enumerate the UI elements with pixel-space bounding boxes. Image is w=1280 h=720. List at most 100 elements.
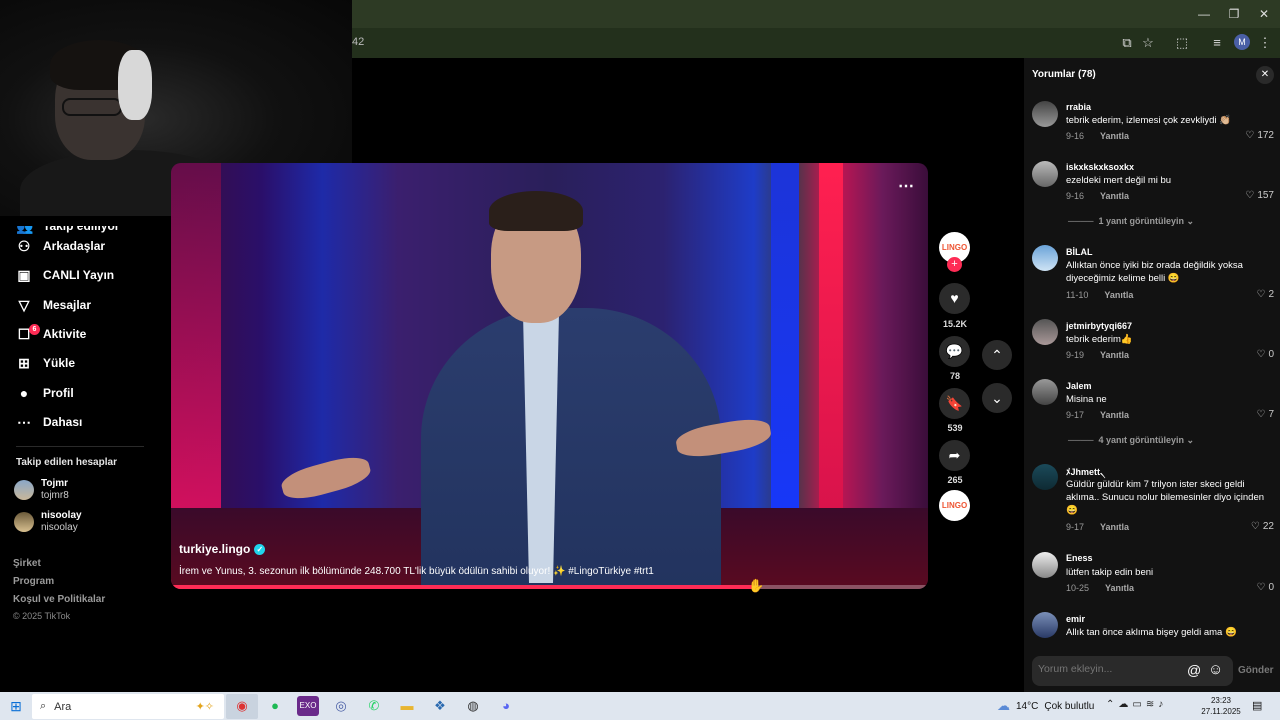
windows-start-icon[interactable]: ⊞ bbox=[6, 696, 26, 716]
chrome-icon[interactable]: ◉ bbox=[231, 696, 253, 716]
media-icon[interactable]: ≡ bbox=[1208, 34, 1226, 52]
comment-date: 10-25 bbox=[1066, 583, 1090, 593]
share-button[interactable]: ➦ bbox=[939, 440, 970, 471]
menu-icon[interactable]: ⋮ bbox=[1256, 34, 1274, 52]
cloud-icon: ☁ bbox=[1118, 699, 1133, 710]
star-icon[interactable]: ☆ bbox=[1139, 34, 1157, 52]
sidebar-item-upload[interactable]: ⊞ Yükle bbox=[16, 351, 75, 375]
footer-link-program[interactable]: Program bbox=[13, 576, 54, 587]
spotify-icon[interactable]: ● bbox=[264, 696, 286, 716]
follow-plus-icon[interactable]: + bbox=[947, 257, 962, 272]
chevron-down-icon: ⌄ bbox=[1186, 216, 1195, 226]
video-progress-bar[interactable] bbox=[171, 585, 928, 589]
avatar[interactable] bbox=[1032, 612, 1058, 638]
app-icon[interactable]: ◍ bbox=[462, 696, 484, 716]
system-tray[interactable]: ⌃☁▭≋♪ bbox=[1106, 699, 1167, 710]
extensions-icon[interactable]: ⬚ bbox=[1173, 34, 1191, 52]
comment-meta: 9-17 Yanıtla bbox=[1066, 410, 1129, 420]
taskbar-search[interactable]: ⌕ Ara ✦✧ bbox=[32, 694, 224, 719]
restore-icon[interactable]: ❐ bbox=[1226, 6, 1242, 22]
comment-like[interactable]: ♡ 22 bbox=[1234, 521, 1274, 532]
avatar[interactable] bbox=[1032, 552, 1058, 578]
footer-link-terms[interactable]: Koşul ve Politikalar bbox=[13, 594, 105, 605]
discord-icon[interactable]: ◕ bbox=[495, 696, 517, 716]
comment-button[interactable]: 💬 bbox=[939, 336, 970, 367]
comment-like[interactable]: ♡ 2 bbox=[1234, 289, 1274, 300]
comment-user[interactable]: rrabia bbox=[1066, 102, 1091, 112]
whatsapp-icon[interactable]: ✆ bbox=[363, 696, 385, 716]
reply-button[interactable]: Yanıtla bbox=[1105, 583, 1134, 593]
sidebar-item-label: Takip ediliyor bbox=[43, 219, 120, 233]
more-options-icon[interactable]: ⋯ bbox=[898, 176, 915, 196]
followed-account[interactable]: Tojmr tojmr8 bbox=[14, 478, 69, 502]
live-icon: ▣ bbox=[17, 266, 31, 283]
comment-like[interactable]: ♡ 157 bbox=[1234, 190, 1274, 201]
reply-button[interactable]: Yanıtla bbox=[1100, 522, 1129, 532]
reply-button[interactable]: Yanıtla bbox=[1100, 131, 1129, 141]
taskbar-clock[interactable]: 23:23 27.11.2025 bbox=[1200, 695, 1242, 717]
folder-icon[interactable]: ▬ bbox=[396, 696, 418, 716]
view-replies-link[interactable]: ──── 1 yanıt görüntüleyin ⌄ bbox=[1068, 216, 1194, 227]
emoji-icon[interactable]: ☺ bbox=[1208, 661, 1223, 678]
sound-avatar[interactable]: LINGO bbox=[939, 490, 970, 521]
sidebar-item-more[interactable]: ⋯ Dahası bbox=[16, 410, 82, 434]
comment-like[interactable]: ♡ 0 bbox=[1234, 349, 1274, 360]
reply-button[interactable]: Yanıtla bbox=[1100, 350, 1129, 360]
next-video-button[interactable]: ⌄ bbox=[982, 383, 1012, 413]
notification-icon[interactable]: ▤ bbox=[1252, 699, 1262, 712]
like-count: 0 bbox=[1268, 582, 1274, 593]
save-button[interactable]: 🔖 bbox=[939, 388, 970, 419]
comment-like[interactable]: ♡ 172 bbox=[1234, 130, 1274, 141]
comment-like[interactable]: ♡ 7 bbox=[1234, 409, 1274, 420]
comment-text: lütfen takip edin beni bbox=[1066, 567, 1154, 578]
close-window-icon[interactable]: ✕ bbox=[1256, 6, 1272, 22]
like-count: 15.2K bbox=[942, 319, 968, 329]
followed-account[interactable]: nisoolay nisoolay bbox=[14, 510, 82, 534]
app-icon[interactable]: ❖ bbox=[429, 696, 451, 716]
avatar[interactable] bbox=[1032, 101, 1058, 127]
verified-icon: ✓ bbox=[254, 543, 266, 555]
account-handle: nisoolay bbox=[41, 522, 78, 533]
previous-video-button[interactable]: ⌃ bbox=[982, 340, 1012, 370]
comment-user[interactable]: emir bbox=[1066, 614, 1085, 624]
sidebar-item-activity[interactable]: ☐ Aktivite bbox=[16, 322, 87, 346]
minimize-icon[interactable]: — bbox=[1196, 6, 1212, 22]
avatar[interactable] bbox=[1032, 161, 1058, 187]
comment-like[interactable]: ♡ 0 bbox=[1234, 582, 1274, 593]
comment-user[interactable]: jetmirbytyqi667 bbox=[1066, 321, 1132, 331]
sidebar-item-live[interactable]: ▣ CANLI Yayın bbox=[16, 263, 114, 287]
sidebar-item-label: Yükle bbox=[43, 356, 76, 370]
sidebar-item-friends[interactable]: ⚇ Arkadaşlar bbox=[16, 234, 105, 258]
comment-input[interactable] bbox=[1038, 663, 1178, 675]
sidebar-item-messages[interactable]: ▽ Mesajlar bbox=[16, 293, 91, 317]
avatar[interactable] bbox=[1032, 379, 1058, 405]
comment-user[interactable]: Eness bbox=[1066, 553, 1093, 563]
volume-icon: ♪ bbox=[1158, 699, 1168, 710]
comment-text: Misina ne bbox=[1066, 394, 1107, 405]
reply-button[interactable]: Yanıtla bbox=[1100, 191, 1129, 201]
profile-avatar[interactable]: M bbox=[1234, 34, 1250, 50]
install-icon[interactable]: ⧉ bbox=[1118, 34, 1136, 52]
send-button[interactable]: Gönder bbox=[1238, 665, 1274, 676]
weather-widget[interactable]: ☁ 14°C Çok bulutlu bbox=[997, 698, 1094, 714]
comment-user[interactable]: BİLAL bbox=[1066, 247, 1093, 257]
video-author[interactable]: turkiye.lingo ✓ bbox=[179, 542, 266, 556]
comment-text: tebrik ederim, izlemesi çok zevkliydi 👏🏼 bbox=[1066, 115, 1231, 126]
app-icon[interactable]: ◎ bbox=[330, 696, 352, 716]
footer-link-company[interactable]: Şirket bbox=[13, 558, 41, 569]
like-button[interactable]: ♥ bbox=[939, 283, 970, 314]
view-replies-link[interactable]: ──── 4 yanıt görüntüleyin ⌄ bbox=[1068, 435, 1194, 446]
mention-icon[interactable]: @ bbox=[1187, 662, 1201, 678]
comment-user[interactable]: Jalem bbox=[1066, 381, 1092, 391]
comment-user[interactable]: iskxkskxksoxkx bbox=[1066, 162, 1134, 172]
avatar[interactable] bbox=[1032, 464, 1058, 490]
url-text[interactable]: 42 bbox=[352, 36, 364, 48]
avatar[interactable] bbox=[1032, 319, 1058, 345]
reply-button[interactable]: Yanıtla bbox=[1104, 290, 1133, 300]
sidebar-item-profile[interactable]: ● Profil bbox=[16, 381, 74, 405]
close-icon[interactable]: ✕ bbox=[1256, 66, 1274, 84]
exo-app-icon[interactable]: EXO bbox=[297, 696, 319, 716]
avatar[interactable] bbox=[1032, 245, 1058, 271]
video-player[interactable]: ⋯ turkiye.lingo ✓ İrem ve Yunus, 3. sezo… bbox=[171, 163, 928, 589]
reply-button[interactable]: Yanıtla bbox=[1100, 410, 1129, 420]
